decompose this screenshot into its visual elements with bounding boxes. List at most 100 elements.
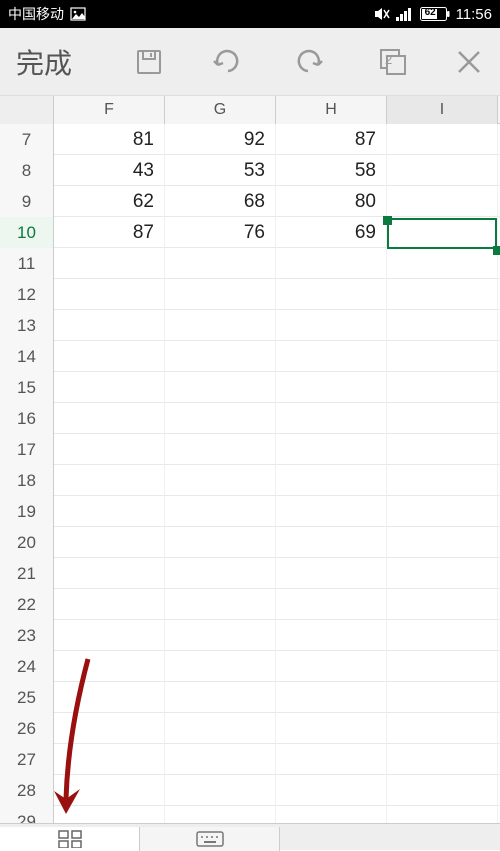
cell[interactable] (387, 713, 498, 744)
cell[interactable] (387, 651, 498, 682)
duplicate-button[interactable]: 2 (370, 39, 416, 85)
row-header[interactable]: 7 (0, 124, 54, 155)
cell[interactable] (165, 372, 276, 403)
cell[interactable] (165, 589, 276, 620)
row-header[interactable]: 8 (0, 155, 54, 186)
cell[interactable] (165, 279, 276, 310)
row-header[interactable]: 10 (0, 217, 54, 248)
row-header[interactable]: 28 (0, 775, 54, 806)
cell[interactable] (54, 279, 165, 310)
cell[interactable] (387, 124, 498, 155)
cell[interactable] (165, 465, 276, 496)
cell[interactable]: 69 (276, 217, 387, 248)
row-header[interactable]: 17 (0, 434, 54, 465)
cell[interactable] (165, 713, 276, 744)
row-header[interactable]: 25 (0, 682, 54, 713)
cell[interactable] (387, 310, 498, 341)
cell[interactable] (276, 682, 387, 713)
cell[interactable] (276, 465, 387, 496)
redo-button[interactable] (284, 39, 332, 85)
cell[interactable] (54, 775, 165, 806)
row-header[interactable]: 15 (0, 372, 54, 403)
row-header[interactable]: 20 (0, 527, 54, 558)
cell[interactable] (54, 589, 165, 620)
cell[interactable] (54, 403, 165, 434)
cell[interactable] (387, 682, 498, 713)
cell[interactable]: 76 (165, 217, 276, 248)
cell[interactable] (387, 279, 498, 310)
cell[interactable] (387, 620, 498, 651)
cell[interactable]: 92 (165, 124, 276, 155)
cell[interactable] (276, 558, 387, 589)
cell[interactable] (54, 434, 165, 465)
cell[interactable] (54, 465, 165, 496)
cell[interactable] (165, 403, 276, 434)
cell[interactable] (276, 713, 387, 744)
cell[interactable] (165, 496, 276, 527)
cell[interactable] (276, 744, 387, 775)
col-header-G[interactable]: G (165, 96, 276, 124)
cell[interactable] (387, 527, 498, 558)
cell[interactable] (165, 527, 276, 558)
cell[interactable] (387, 558, 498, 589)
bottom-tab-grid[interactable] (0, 827, 140, 851)
cell[interactable] (165, 341, 276, 372)
cell[interactable] (276, 310, 387, 341)
row-header[interactable]: 27 (0, 744, 54, 775)
row-header[interactable]: 9 (0, 186, 54, 217)
cell[interactable] (54, 558, 165, 589)
cell[interactable] (387, 217, 498, 248)
cell[interactable] (165, 558, 276, 589)
cell[interactable] (54, 527, 165, 558)
cell[interactable] (387, 341, 498, 372)
row-header[interactable]: 22 (0, 589, 54, 620)
cell[interactable] (54, 372, 165, 403)
cell[interactable] (54, 713, 165, 744)
row-header[interactable]: 14 (0, 341, 54, 372)
fill-anchor[interactable] (383, 216, 392, 225)
cell[interactable] (387, 465, 498, 496)
cell[interactable] (54, 310, 165, 341)
cell[interactable] (387, 155, 498, 186)
cell[interactable] (54, 651, 165, 682)
cell[interactable]: 81 (54, 124, 165, 155)
cell[interactable] (165, 310, 276, 341)
cell[interactable] (165, 434, 276, 465)
row-header[interactable]: 16 (0, 403, 54, 434)
cell[interactable] (387, 372, 498, 403)
cell[interactable] (387, 186, 498, 217)
save-button[interactable] (126, 39, 172, 85)
cell[interactable] (54, 620, 165, 651)
cell[interactable]: 62 (54, 186, 165, 217)
col-header-H[interactable]: H (276, 96, 387, 124)
cell[interactable] (165, 651, 276, 682)
done-button[interactable]: 完成 (10, 42, 78, 82)
cell[interactable] (276, 527, 387, 558)
cell[interactable] (165, 775, 276, 806)
cell[interactable] (387, 434, 498, 465)
cell[interactable]: 87 (54, 217, 165, 248)
row-header[interactable]: 12 (0, 279, 54, 310)
cell[interactable]: 53 (165, 155, 276, 186)
cell[interactable]: 68 (165, 186, 276, 217)
cell[interactable]: 80 (276, 186, 387, 217)
row-header[interactable]: 19 (0, 496, 54, 527)
spreadsheet[interactable]: F G H I 78192878435358962688010877669111… (0, 96, 500, 837)
cell[interactable]: 87 (276, 124, 387, 155)
cell[interactable] (276, 372, 387, 403)
row-header[interactable]: 23 (0, 620, 54, 651)
cell[interactable] (276, 589, 387, 620)
cell[interactable] (276, 620, 387, 651)
cell[interactable]: 43 (54, 155, 165, 186)
row-header[interactable]: 21 (0, 558, 54, 589)
row-header[interactable]: 26 (0, 713, 54, 744)
bottom-tab-keyboard[interactable] (140, 827, 280, 851)
cell[interactable] (276, 434, 387, 465)
close-button[interactable] (448, 41, 490, 83)
row-header[interactable]: 13 (0, 310, 54, 341)
cell[interactable] (276, 651, 387, 682)
cell[interactable] (387, 248, 498, 279)
cell[interactable] (54, 248, 165, 279)
col-header-I[interactable]: I (387, 96, 498, 124)
cell[interactable] (165, 682, 276, 713)
